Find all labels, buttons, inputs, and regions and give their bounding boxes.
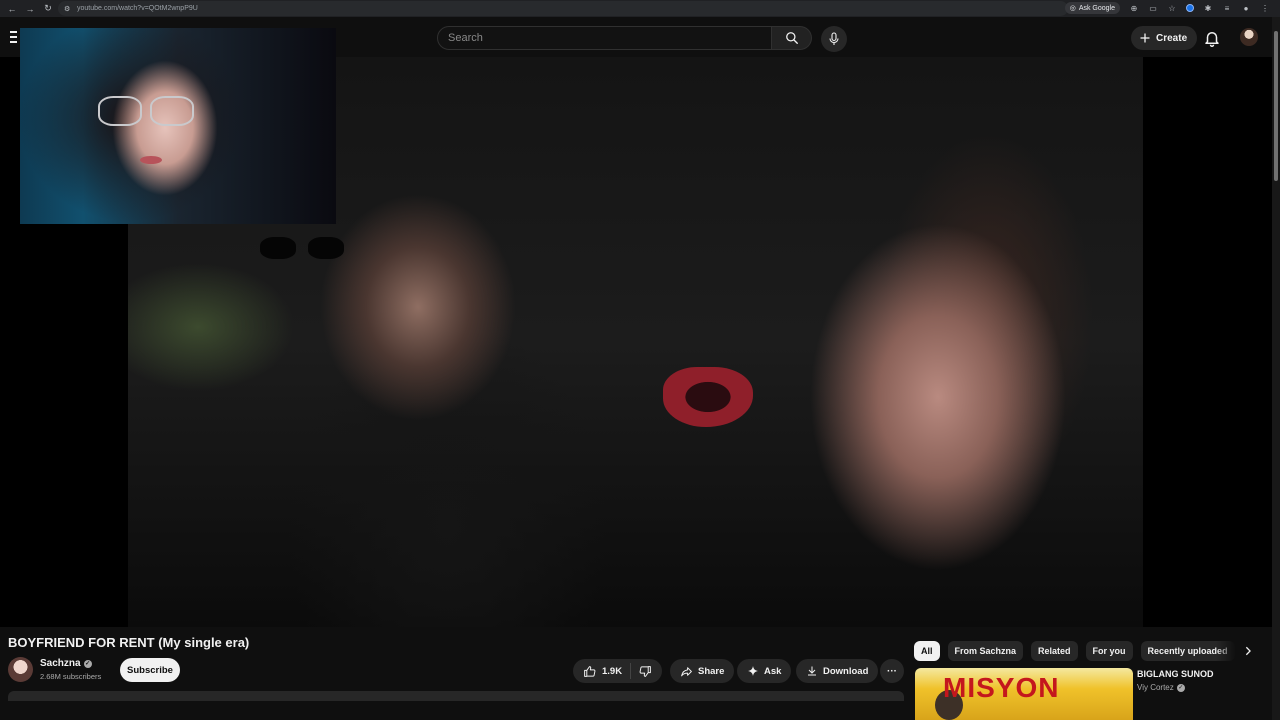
like-button[interactable]: 1.9K: [573, 663, 632, 679]
more-actions-button[interactable]: ···: [880, 659, 904, 683]
chip-next-button[interactable]: [1238, 641, 1258, 661]
site-info-icon[interactable]: ⚙: [64, 5, 72, 13]
chevron-right-icon: [1245, 646, 1251, 656]
cast-icon[interactable]: ▭: [1148, 3, 1158, 13]
subscriber-count: 2.68M subscribers: [40, 672, 102, 681]
ask-google-label: Ask Google: [1078, 4, 1115, 12]
recommendation-channel[interactable]: Viy Cortez: [1137, 683, 1174, 692]
bookmark-star-icon[interactable]: ☆: [1167, 3, 1177, 13]
sparkle-icon: [748, 666, 758, 676]
chip-related[interactable]: Related: [1031, 641, 1078, 661]
browser-profile-icon[interactable]: ●: [1241, 3, 1251, 13]
search-bar: [437, 26, 812, 50]
video-title: BOYFRIEND FOR RENT (My single era): [8, 635, 250, 650]
recommendation-chips: All From Sachzna Related For you Recentl…: [914, 641, 1235, 661]
subscribe-button[interactable]: Subscribe: [120, 658, 180, 682]
download-button[interactable]: Download: [796, 659, 879, 683]
browser-toolbar: ← → ↻ ⚙ youtube.com/watch?v=QOtM2wnpP9U …: [0, 0, 1280, 17]
microphone-icon: [829, 32, 839, 45]
share-label: Share: [698, 665, 725, 677]
browser-menu-icon[interactable]: ⋮: [1260, 3, 1270, 13]
webcam-detail: [140, 156, 162, 164]
download-icon: [808, 666, 816, 676]
video-scene-sunglasses: [260, 237, 350, 261]
like-dislike-group: 1.9K: [573, 659, 663, 683]
profile-menu-icon[interactable]: ≡: [1222, 3, 1232, 13]
ask-label: Ask: [764, 665, 782, 677]
plus-icon: [1140, 33, 1150, 43]
share-button[interactable]: Share: [670, 659, 735, 683]
recommendation-title[interactable]: BIGLANG SUNOD: [1137, 669, 1214, 679]
verified-check-icon: ✓: [1176, 683, 1185, 692]
more-dots-icon: ···: [887, 665, 897, 677]
search-button[interactable]: [772, 26, 812, 50]
scrollbar-thumb[interactable]: [1274, 31, 1278, 181]
dislike-button[interactable]: [631, 665, 662, 678]
back-icon[interactable]: ←: [6, 3, 18, 15]
browser-actions: ◎ Ask Google ⊕ ▭ ☆ ✱ ≡ ● ⋮: [1064, 2, 1270, 14]
extensions-puzzle-icon[interactable]: ✱: [1203, 3, 1213, 13]
chip-from-channel[interactable]: From Sachzna: [947, 641, 1024, 661]
channel-avatar[interactable]: [8, 657, 33, 682]
account-avatar[interactable]: [1240, 28, 1258, 46]
notifications-bell-icon[interactable]: [1203, 29, 1221, 47]
thumbs-down-icon: [639, 665, 651, 677]
extension-icon[interactable]: [1186, 4, 1194, 12]
download-label: Download: [823, 665, 869, 677]
recommendation-thumbnail[interactable]: MISYON: [915, 668, 1133, 720]
browser-nav: ← → ↻: [0, 3, 54, 15]
webcam-glasses: [98, 96, 196, 128]
search-icon: [785, 32, 798, 44]
video-scene-detail: [663, 367, 753, 427]
ask-google-button[interactable]: ◎ Ask Google: [1064, 2, 1120, 14]
like-count: 1.9K: [602, 665, 623, 677]
channel-name-row[interactable]: Sachzna ✓: [40, 658, 92, 669]
address-text: youtube.com/watch?v=QOtM2wnpP9U: [77, 5, 198, 12]
thumbnail-text: MISYON: [943, 672, 1060, 703]
voice-search-button[interactable]: [821, 26, 847, 52]
channel-name[interactable]: Sachzna: [40, 658, 81, 669]
search-input[interactable]: [437, 26, 772, 50]
zoom-icon[interactable]: ⊕: [1129, 3, 1139, 13]
create-button[interactable]: Create: [1131, 26, 1198, 50]
chip-all[interactable]: All: [914, 641, 940, 661]
page-scrollbar[interactable]: [1272, 17, 1280, 720]
share-icon: [681, 666, 692, 676]
verified-check-icon: ✓: [83, 659, 92, 668]
thumbs-up-icon: [584, 665, 596, 677]
ask-button[interactable]: Ask: [737, 659, 792, 683]
lens-icon: ◎: [1069, 5, 1076, 12]
address-bar[interactable]: ⚙ youtube.com/watch?v=QOtM2wnpP9U: [58, 1, 1068, 16]
create-label: Create: [1156, 32, 1188, 44]
forward-icon[interactable]: →: [24, 3, 36, 15]
chip-for-you[interactable]: For you: [1085, 641, 1133, 661]
reload-icon[interactable]: ↻: [42, 3, 54, 15]
description-box[interactable]: [8, 691, 904, 701]
chip-scroll-fade: [1216, 641, 1236, 661]
recommendation-channel-row[interactable]: Viy Cortez ✓: [1137, 683, 1185, 692]
streamer-webcam-overlay: [20, 28, 336, 224]
